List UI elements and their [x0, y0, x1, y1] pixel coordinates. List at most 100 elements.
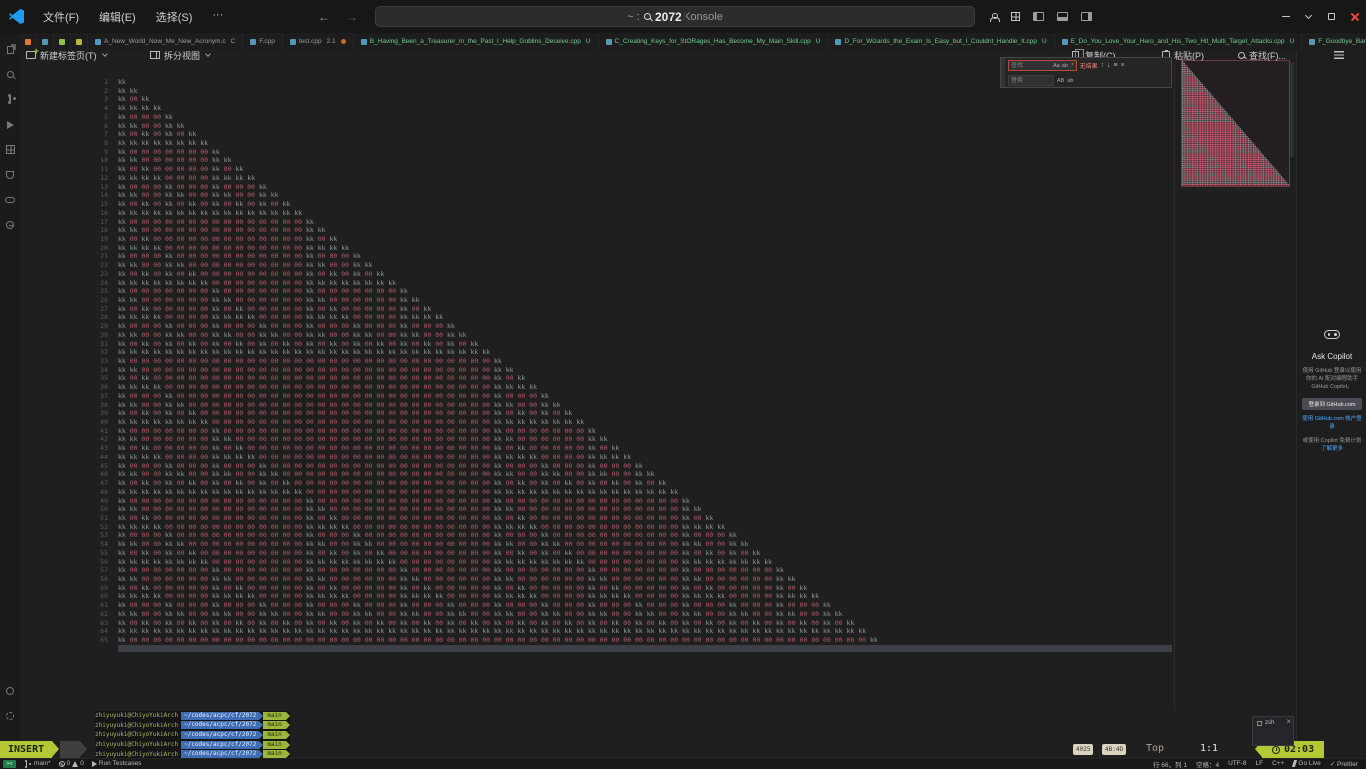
editor-line: 37kk 00 00 00 kk 00 00 00 00 00 00 00 00…	[88, 392, 878, 401]
vscode-logo-icon[interactable]	[9, 9, 24, 24]
editor-line: 63kk 00 kk 00 kk 00 kk 00 kk 00 kk 00 kk…	[88, 619, 878, 628]
session-popup[interactable]: × zsh	[1252, 716, 1294, 746]
line-number: 47	[88, 479, 108, 488]
chevron-down-icon	[102, 51, 108, 57]
command-center[interactable]: ~ : nvim — Konsole 2072	[375, 6, 975, 27]
tab-label: F_Goodbye_Banker_Life.cpp	[1318, 38, 1366, 45]
toggle-secondary-sidebar-icon[interactable]	[1081, 12, 1092, 21]
line-number: 29	[88, 322, 108, 331]
github-signin-button[interactable]: 登录到 GitHub.com	[1302, 398, 1362, 410]
activitybar-item-source-control[interactable]	[0, 87, 20, 112]
activitybar-item-run-debug[interactable]	[0, 112, 20, 137]
minimize-button[interactable]	[1274, 0, 1297, 33]
accounts-icon[interactable]	[990, 13, 998, 21]
editor-tab[interactable]: F.cpp	[243, 33, 283, 50]
editor-line: 19kk 00 kk 00 00 00 00 00 00 00 00 00 00…	[88, 235, 878, 244]
editor-line: 20kk kk kk kk 00 00 00 00 00 00 00 00 00…	[88, 244, 878, 253]
git-branch-status[interactable]: main*	[24, 760, 51, 768]
find-next-icon[interactable]: ↓	[1107, 62, 1111, 69]
line-number: 40	[88, 418, 108, 427]
activitybar-item-copilot[interactable]	[0, 187, 20, 212]
prompt-user-host: zhiyuyuki@ChiyoYukiArch	[95, 712, 178, 719]
close-button[interactable]	[1343, 0, 1366, 33]
cpp-file-icon	[95, 39, 101, 45]
editor-tab[interactable]: test.cpp2.1	[283, 33, 354, 50]
new-tab-button[interactable]: 新建标签页(T)	[26, 47, 107, 63]
cpp-file-icon	[361, 39, 367, 45]
indentation-status[interactable]: 空格：4	[1196, 759, 1219, 769]
split-view-button[interactable]: 拆分视图	[150, 47, 210, 63]
toggle-panel-icon[interactable]	[1057, 12, 1068, 21]
hamburger-menu-button[interactable]	[1334, 47, 1344, 63]
replace-input[interactable]	[1011, 76, 1051, 85]
editor-line: 26kk kk 00 00 00 00 00 00 kk kk 00 00 00…	[88, 296, 878, 305]
maximize-button[interactable]	[1320, 0, 1343, 33]
minimap[interactable]	[1181, 60, 1290, 187]
line-number: 52	[88, 523, 108, 532]
activitybar-item-account[interactable]	[0, 678, 20, 703]
window-menu-button[interactable]	[1297, 0, 1320, 33]
editor-tab[interactable]: D_For_Wizards_the_Exam_Is_Easy_but_I_Cou…	[828, 33, 1054, 50]
line-number: 16	[88, 209, 108, 218]
editor-line: 38kk kk 00 00 kk kk 00 00 00 00 00 00 00…	[88, 401, 878, 410]
editor-line: 55kk 00 kk 00 kk 00 kk 00 00 00 00 00 00…	[88, 549, 878, 558]
cursor-position-status[interactable]: 行 66，列 1	[1153, 759, 1187, 769]
back-icon[interactable]: ←	[318, 10, 330, 24]
popup-item[interactable]: zsh	[1265, 720, 1274, 726]
menubar-item[interactable]: ···	[203, 6, 232, 28]
line-number: 4	[88, 104, 108, 113]
apps-grid-icon[interactable]	[1011, 12, 1020, 21]
menubar-item[interactable]: 文件(F)	[34, 6, 88, 28]
language-mode-status[interactable]: C++	[1272, 760, 1284, 767]
toggle-sidebar-icon[interactable]	[1033, 12, 1044, 21]
activitybar-item-remote[interactable]	[0, 212, 20, 237]
remote-indicator[interactable]: ><	[3, 760, 16, 768]
powerline-arrow-icon	[286, 731, 290, 739]
copilot-icon	[5, 197, 15, 203]
line-number: 65	[88, 636, 108, 645]
problems-status[interactable]: 00	[59, 760, 84, 767]
activitybar-item-explorer[interactable]	[0, 37, 20, 62]
editor-line: 29kk 00 00 00 kk 00 00 00 kk 00 00 00 kk…	[88, 322, 878, 331]
encoding-status[interactable]: UTF-8	[1228, 760, 1246, 767]
eol-status[interactable]: LF	[1256, 760, 1264, 767]
new-tab-icon	[26, 51, 36, 59]
activitybar-item-search[interactable]	[0, 62, 20, 87]
prompt-user-host: zhiyuyuki@ChiyoYukiArch	[95, 741, 178, 748]
learn-more-link[interactable]: 了解更多	[1297, 445, 1366, 453]
editor-content[interactable]: 1kk2kk kk3kk 00 kk4kk kk kk kk5kk 00 00 …	[88, 78, 878, 645]
line-number: 36	[88, 383, 108, 392]
editor-tab[interactable]: C_Creating_Keys_for_StORages_Has_Become_…	[599, 33, 829, 50]
activitybar-item-testing[interactable]	[0, 162, 20, 187]
replace-all-button[interactable]: ab	[1067, 78, 1073, 84]
editor-line: 50kk kk 00 00 00 00 00 00 00 00 00 00 00…	[88, 505, 878, 514]
editor-line: 21kk 00 00 00 kk 00 00 00 00 00 00 00 00…	[88, 252, 878, 261]
find-input[interactable]	[1011, 61, 1051, 70]
menubar-item[interactable]: 选择(S)	[147, 6, 202, 28]
github-signin-link[interactable]: 使用 GitHub.com 帐户登录	[1297, 415, 1366, 431]
formatter-status[interactable]: ✓ Prettier	[1330, 760, 1358, 768]
activitybar-item-settings-gear[interactable]	[0, 703, 20, 728]
find-close-icon[interactable]: ×	[1121, 62, 1125, 69]
forward-icon[interactable]: →	[346, 10, 358, 24]
menubar-item[interactable]: 编辑(E)	[90, 6, 145, 28]
prompt-cwd: ~/codes/acpc/cf/2072	[181, 750, 259, 758]
popup-close-icon[interactable]: ×	[1286, 717, 1291, 726]
activitybar-item-extensions[interactable]	[0, 137, 20, 162]
find-previous-icon[interactable]: ↑	[1101, 62, 1105, 69]
replace-button[interactable]: AB	[1057, 78, 1064, 84]
line-number: 33	[88, 357, 108, 366]
whole-word-button[interactable]: ab	[1062, 63, 1068, 69]
regex-button[interactable]: .*	[1070, 63, 1074, 69]
line-number: 5	[88, 113, 108, 122]
editor-tab[interactable]: B_Having_Been_a_Treasurer_in_the_Past_I_…	[354, 33, 599, 50]
line-number: 55	[88, 549, 108, 558]
prompt-git-branch: main	[263, 731, 285, 739]
go-live-button[interactable]: Go Live	[1293, 760, 1320, 767]
find-in-selection-icon[interactable]: ≡	[1114, 62, 1118, 69]
find-button[interactable]: 查找(F)...	[1238, 47, 1286, 63]
match-case-button[interactable]: Aa	[1053, 63, 1060, 69]
editor-line: 15kk 00 kk 00 kk 00 kk 00 kk 00 kk 00 kk…	[88, 200, 878, 209]
editor-line: 45kk 00 00 00 kk 00 00 00 kk 00 00 00 kk…	[88, 462, 878, 471]
run-testcases-button[interactable]: Run Testcases	[92, 760, 142, 767]
